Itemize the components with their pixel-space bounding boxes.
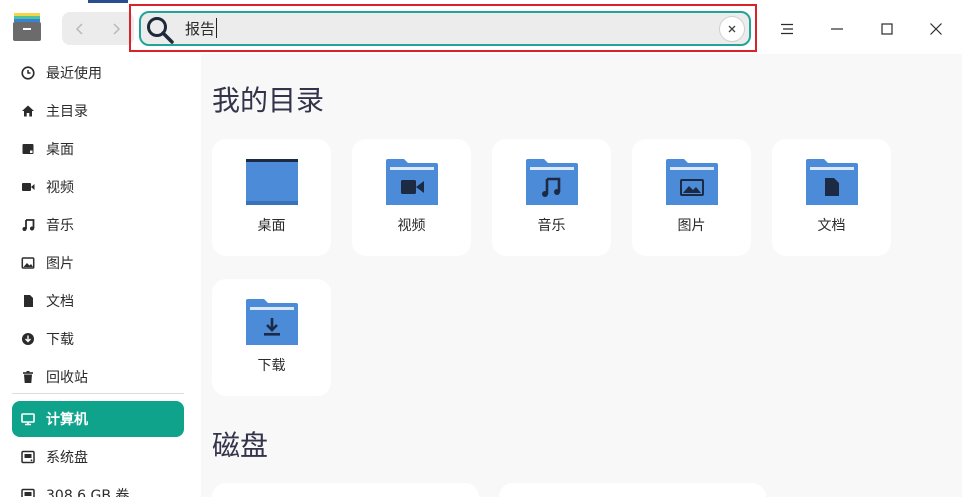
search-input[interactable]: 报告 bbox=[185, 18, 218, 40]
picture-icon bbox=[20, 255, 36, 271]
dir-tile-label: 图片 bbox=[677, 218, 706, 234]
sidebar-item-label: 系统盘 bbox=[46, 450, 88, 466]
sidebar-item-label: 音乐 bbox=[46, 218, 74, 234]
trash-icon bbox=[20, 369, 36, 385]
picture-folder-icon bbox=[666, 159, 718, 205]
clock-icon bbox=[20, 65, 36, 81]
dir-tile-documents[interactable]: 文档 bbox=[772, 139, 891, 256]
sidebar-item-desktop[interactable]: 桌面 bbox=[12, 131, 184, 167]
search-box[interactable]: 报告 bbox=[139, 11, 751, 46]
dir-tile-label: 视频 bbox=[397, 218, 426, 234]
file-manager-icon bbox=[13, 13, 41, 41]
sidebar: 最近使用 主目录 桌面 视频 音乐 图片 文档 下载 回收站 计算机 系统盘 3… bbox=[0, 54, 201, 497]
back-button[interactable] bbox=[62, 12, 98, 45]
disk-icon bbox=[20, 449, 36, 465]
clear-icon bbox=[728, 25, 736, 33]
text-caret bbox=[216, 18, 218, 38]
document-folder-icon bbox=[806, 159, 858, 205]
music-icon bbox=[20, 217, 36, 233]
title-bar: 报告 bbox=[0, 0, 962, 54]
chevron-left-icon bbox=[75, 22, 83, 35]
video-folder-icon bbox=[386, 159, 438, 205]
sidebar-divider bbox=[12, 393, 184, 394]
navigation-buttons bbox=[62, 12, 134, 45]
dir-tile-downloads[interactable]: 下载 bbox=[212, 279, 331, 396]
sidebar-item-label: 图片 bbox=[46, 256, 74, 272]
dir-tile-label: 下载 bbox=[257, 358, 286, 374]
desktop-folder-icon bbox=[246, 159, 298, 205]
chevron-right-icon bbox=[113, 22, 121, 35]
menu-button[interactable] bbox=[772, 14, 802, 44]
sidebar-item-recent[interactable]: 最近使用 bbox=[12, 55, 184, 91]
music-folder-icon bbox=[526, 159, 578, 205]
sidebar-item-trash[interactable]: 回收站 bbox=[12, 359, 184, 395]
sidebar-item-computer[interactable]: 计算机 bbox=[12, 401, 184, 437]
main-content: 我的目录 桌面 视频 音乐 图片 文档 下载 磁盘 bbox=[201, 54, 962, 497]
sidebar-item-volume[interactable]: 308.6 GB 卷 bbox=[12, 477, 184, 497]
close-button[interactable] bbox=[921, 14, 951, 44]
dir-tile-desktop[interactable]: 桌面 bbox=[212, 139, 331, 256]
clear-search-button[interactable] bbox=[719, 16, 745, 42]
computer-icon bbox=[20, 411, 36, 427]
sidebar-item-downloads[interactable]: 下载 bbox=[12, 321, 184, 357]
section-title-my-directories: 我的目录 bbox=[212, 84, 325, 117]
dir-tile-pictures[interactable]: 图片 bbox=[632, 139, 751, 256]
search-icon bbox=[147, 17, 174, 44]
desktop-icon bbox=[20, 141, 36, 157]
download-icon bbox=[20, 331, 36, 347]
dir-tile-label: 音乐 bbox=[537, 218, 566, 234]
dir-tile-videos[interactable]: 视频 bbox=[352, 139, 471, 256]
sidebar-item-label: 最近使用 bbox=[46, 66, 102, 82]
minimize-button[interactable] bbox=[822, 14, 852, 44]
search-input-value: 报告 bbox=[185, 20, 216, 38]
video-icon bbox=[20, 179, 36, 195]
sidebar-item-music[interactable]: 音乐 bbox=[12, 207, 184, 243]
tab-indicator bbox=[88, 0, 128, 3]
download-folder-icon bbox=[246, 299, 298, 345]
section-title-disks: 磁盘 bbox=[212, 429, 269, 462]
sidebar-item-documents[interactable]: 文档 bbox=[12, 283, 184, 319]
sidebar-item-label: 308.6 GB 卷 bbox=[46, 488, 130, 497]
home-icon bbox=[20, 103, 36, 119]
sidebar-item-label: 主目录 bbox=[46, 104, 88, 120]
close-icon bbox=[930, 23, 942, 35]
sidebar-item-videos[interactable]: 视频 bbox=[12, 169, 184, 205]
document-icon bbox=[20, 293, 36, 309]
sidebar-item-label: 文档 bbox=[46, 294, 74, 310]
disk-card-system[interactable] bbox=[212, 483, 479, 497]
dir-tile-label: 文档 bbox=[817, 218, 846, 234]
disk-card-volume[interactable] bbox=[499, 483, 766, 497]
sidebar-item-label: 回收站 bbox=[46, 370, 88, 386]
dir-tile-label: 桌面 bbox=[257, 218, 286, 234]
sidebar-item-label: 计算机 bbox=[46, 412, 88, 428]
minimize-icon bbox=[831, 28, 843, 30]
maximize-icon bbox=[881, 23, 893, 35]
sidebar-item-home[interactable]: 主目录 bbox=[12, 93, 184, 129]
disk-icon bbox=[20, 487, 36, 497]
sidebar-item-label: 桌面 bbox=[46, 142, 74, 158]
maximize-button[interactable] bbox=[872, 14, 902, 44]
sidebar-item-pictures[interactable]: 图片 bbox=[12, 245, 184, 281]
dir-tile-music[interactable]: 音乐 bbox=[492, 139, 611, 256]
sidebar-item-label: 视频 bbox=[46, 180, 74, 196]
hamburger-menu-icon bbox=[781, 23, 793, 35]
sidebar-item-system-disk[interactable]: 系统盘 bbox=[12, 439, 184, 475]
sidebar-item-label: 下载 bbox=[46, 332, 74, 348]
